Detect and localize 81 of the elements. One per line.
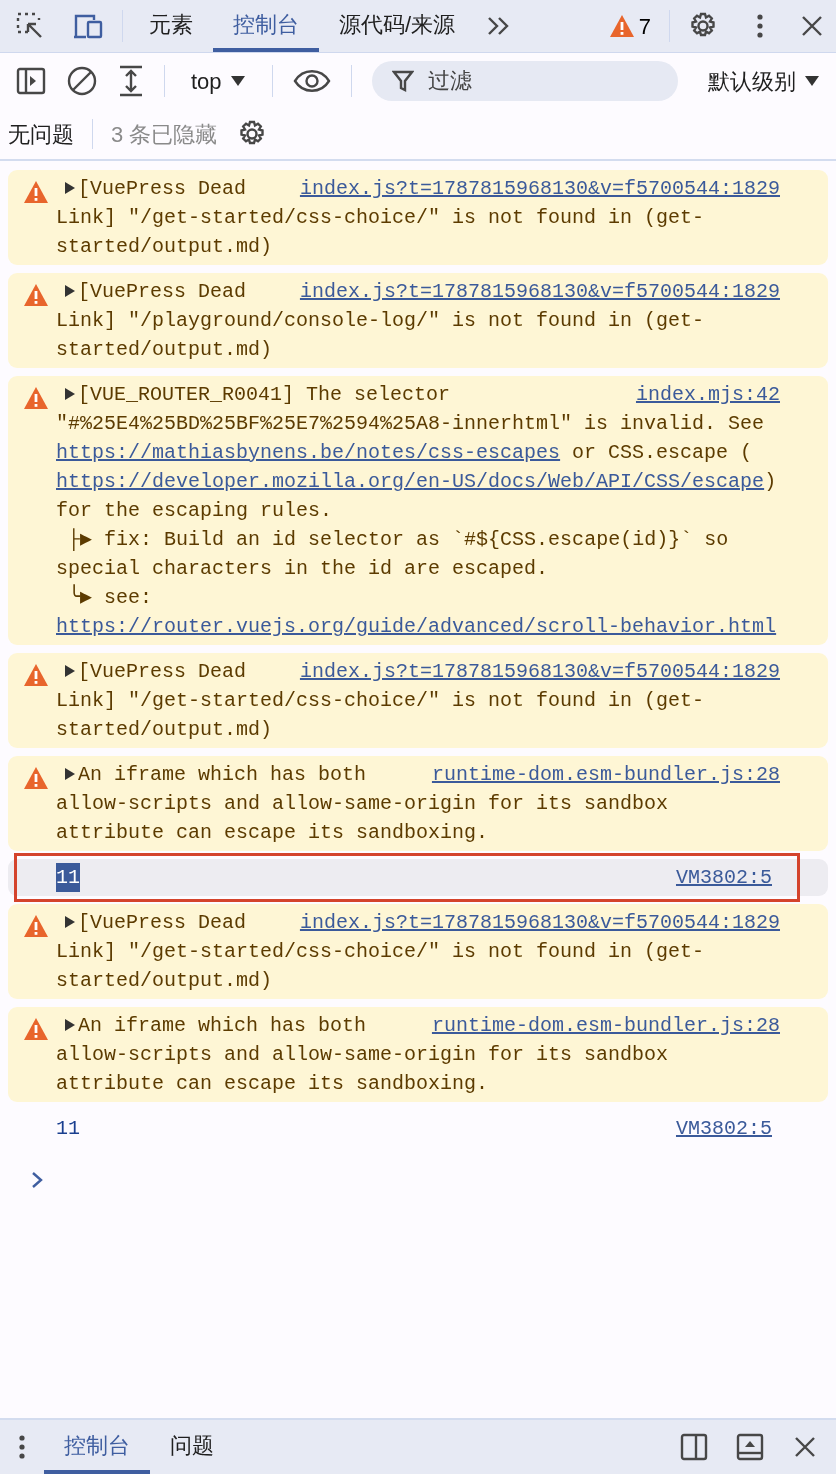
message-text: [VuePress Dead <box>78 280 247 303</box>
source-link[interactable]: index.js?t=1787815968130&v=f5700544:1829 <box>299 174 780 203</box>
log-value: 11 <box>56 1116 80 1142</box>
message-text: for the escaping rules. <box>56 499 333 522</box>
warnings-counter[interactable]: 7 <box>608 0 651 52</box>
dock-bottom-icon[interactable] <box>736 1433 764 1461</box>
source-link[interactable]: index.mjs:42 <box>635 380 780 409</box>
clear-console-icon[interactable] <box>66 65 98 97</box>
message-link[interactable]: https://developer.mozilla.org/en-US/docs/Web/API/CSS/escape <box>56 470 765 493</box>
expand-triangle-icon[interactable] <box>64 1018 76 1032</box>
warning-icon <box>23 283 49 307</box>
source-link[interactable]: VM3802:5 <box>676 863 772 892</box>
drawer-menu-icon[interactable] <box>18 1434 26 1460</box>
expand-triangle-icon[interactable] <box>64 915 76 929</box>
message-text: started/output.md) <box>56 969 273 992</box>
close-icon[interactable] <box>800 14 824 38</box>
warning-icon <box>23 766 49 790</box>
hidden-messages-count: 3 条已隐藏 <box>111 120 218 149</box>
log-value: 11 <box>56 863 80 892</box>
message-text: Link] "/get-started/css-choice/" is not found in (get- <box>56 206 705 229</box>
message-text: [VuePress Dead <box>78 660 247 683</box>
message-text: Link] "/playground/console-log/" is not found in (get- <box>56 309 705 332</box>
warning-icon <box>23 1017 49 1041</box>
source-link[interactable]: index.js?t=1787815968130&v=f5700544:1829 <box>299 908 780 937</box>
message-text: allow-scripts and allow-same-origin for its sandbox <box>56 1043 669 1066</box>
expand-triangle-icon[interactable] <box>64 664 76 678</box>
message-text: special characters in the id are escaped. <box>56 557 549 580</box>
panel-tab[interactable]: 控制台 <box>213 0 319 52</box>
context-dropdown[interactable]: top <box>185 64 252 98</box>
message-text: Link] "/get-started/css-choice/" is not found in (get- <box>56 689 705 712</box>
warning-icon <box>608 14 635 38</box>
message-text: An iframe which has both <box>78 763 367 786</box>
warning-icon <box>23 180 49 204</box>
message-text: attribute can escape its sandboxing. <box>56 1072 489 1095</box>
source-link[interactable]: index.js?t=1787815968130&v=f5700544:1829 <box>299 277 780 306</box>
prompt-chevron-icon[interactable] <box>30 1169 44 1190</box>
expand-triangle-icon[interactable] <box>64 387 76 401</box>
message-text: [VUE_ROUTER_R0041] The selector <box>78 383 451 406</box>
source-link[interactable]: index.js?t=1787815968130&v=f5700544:1829 <box>299 657 780 686</box>
message-text: ├▶ fix: Build an id selector as `#${CSS.escape(id)}` so <box>67 528 729 551</box>
drawer-tab[interactable]: 问题 <box>150 1420 234 1474</box>
message-text: attribute can escape its sandboxing. <box>56 821 489 844</box>
filter-icon <box>391 69 414 93</box>
message-text: [VuePress Dead <box>78 911 247 934</box>
filter-field[interactable]: 过滤 <box>371 61 678 101</box>
close-drawer-icon[interactable] <box>794 1436 816 1458</box>
scroll-height-icon[interactable] <box>118 65 144 97</box>
log-level-dropdown[interactable]: 默认级别 <box>702 64 826 98</box>
sidebar-toggle-icon[interactable] <box>16 67 46 95</box>
message-text: Link] "/get-started/css-choice/" is not found in (get- <box>56 940 705 963</box>
message-link[interactable]: https://mathiasbynens.be/notes/css-escapes <box>56 441 561 464</box>
caret-icon <box>804 75 820 87</box>
expand-triangle-icon[interactable] <box>64 767 76 781</box>
dock-side-icon[interactable] <box>680 1433 708 1461</box>
message-link[interactable]: https://router.vuejs.org/guide/advanced/scroll-behavior.html <box>56 615 777 638</box>
message-text: started/output.md) <box>56 338 273 361</box>
message-text: or CSS.escape ( <box>571 441 753 464</box>
message-text: ) <box>764 470 777 493</box>
warning-icon <box>23 663 49 687</box>
eye-icon[interactable] <box>292 68 331 94</box>
panel-tab[interactable]: 源代码/来源 <box>319 0 476 52</box>
message-text: started/output.md) <box>56 235 273 258</box>
message-text: started/output.md) <box>56 718 273 741</box>
warning-icon <box>23 386 49 410</box>
more-options-icon[interactable] <box>756 13 764 39</box>
message-text: "#%25E4%25BD%25BF%25E7%2594%25A8-innerhtml" is invalid. See <box>56 412 765 435</box>
message-text: An iframe which has both <box>78 1014 367 1037</box>
message-text: ╰▶ see: <box>67 586 153 609</box>
source-link[interactable]: VM3802:5 <box>676 1114 772 1143</box>
message-text: allow-scripts and allow-same-origin for its sandbox <box>56 792 669 815</box>
message-text: [VuePress Dead <box>78 177 247 200</box>
issues-status[interactable]: 无问题 <box>8 117 74 151</box>
caret-icon <box>229 75 246 87</box>
warning-count: 7 <box>638 12 651 41</box>
expand-triangle-icon[interactable] <box>64 181 76 195</box>
panel-tab[interactable]: 元素 <box>129 0 213 52</box>
expand-triangle-icon[interactable] <box>64 284 76 298</box>
source-link[interactable]: runtime-dom.esm-bundler.js:28 <box>431 1011 780 1040</box>
warning-icon <box>23 914 49 938</box>
drawer-tab[interactable]: 控制台 <box>44 1420 150 1474</box>
source-link[interactable]: runtime-dom.esm-bundler.js:28 <box>431 760 780 789</box>
